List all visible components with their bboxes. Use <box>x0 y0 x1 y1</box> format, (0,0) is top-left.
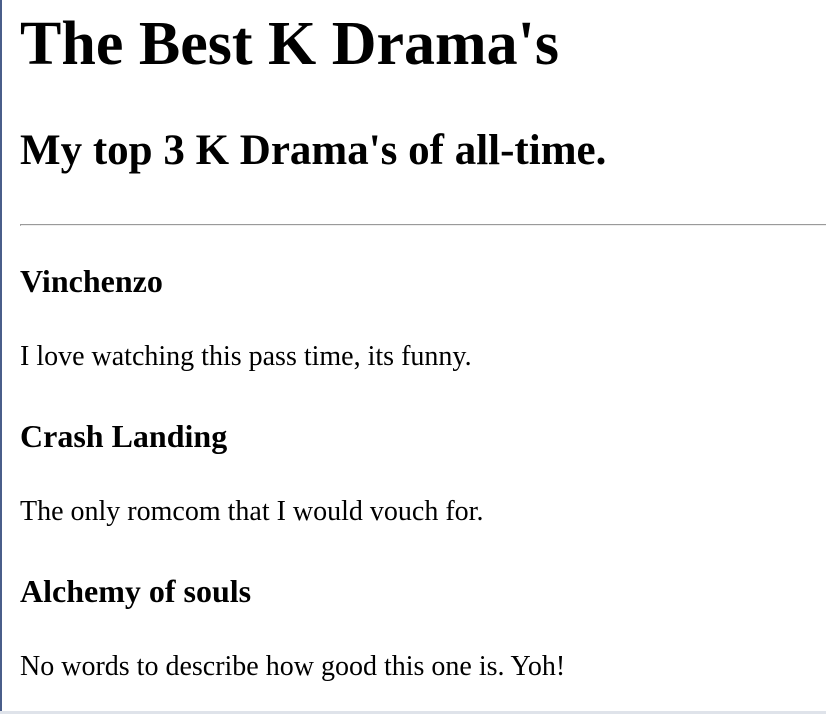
drama-title-crash-landing: Crash Landing <box>20 418 228 454</box>
drama-title-vinchenzo: Vinchenzo <box>20 263 163 299</box>
window-left-border <box>0 0 2 714</box>
horizontal-rule <box>20 224 826 226</box>
drama-description-vinchenzo: I love watching this pass time, its funn… <box>20 341 472 372</box>
page-subtitle: My top 3 K Drama's of all-time. <box>20 127 607 174</box>
drama-description-crash-landing: The only romcom that I would vouch for. <box>20 496 484 527</box>
drama-description-alchemy-of-souls: No words to describe how good this one i… <box>20 651 566 682</box>
drama-title-alchemy-of-souls: Alchemy of souls <box>20 573 252 609</box>
page-title: The Best K Drama's <box>20 10 560 78</box>
